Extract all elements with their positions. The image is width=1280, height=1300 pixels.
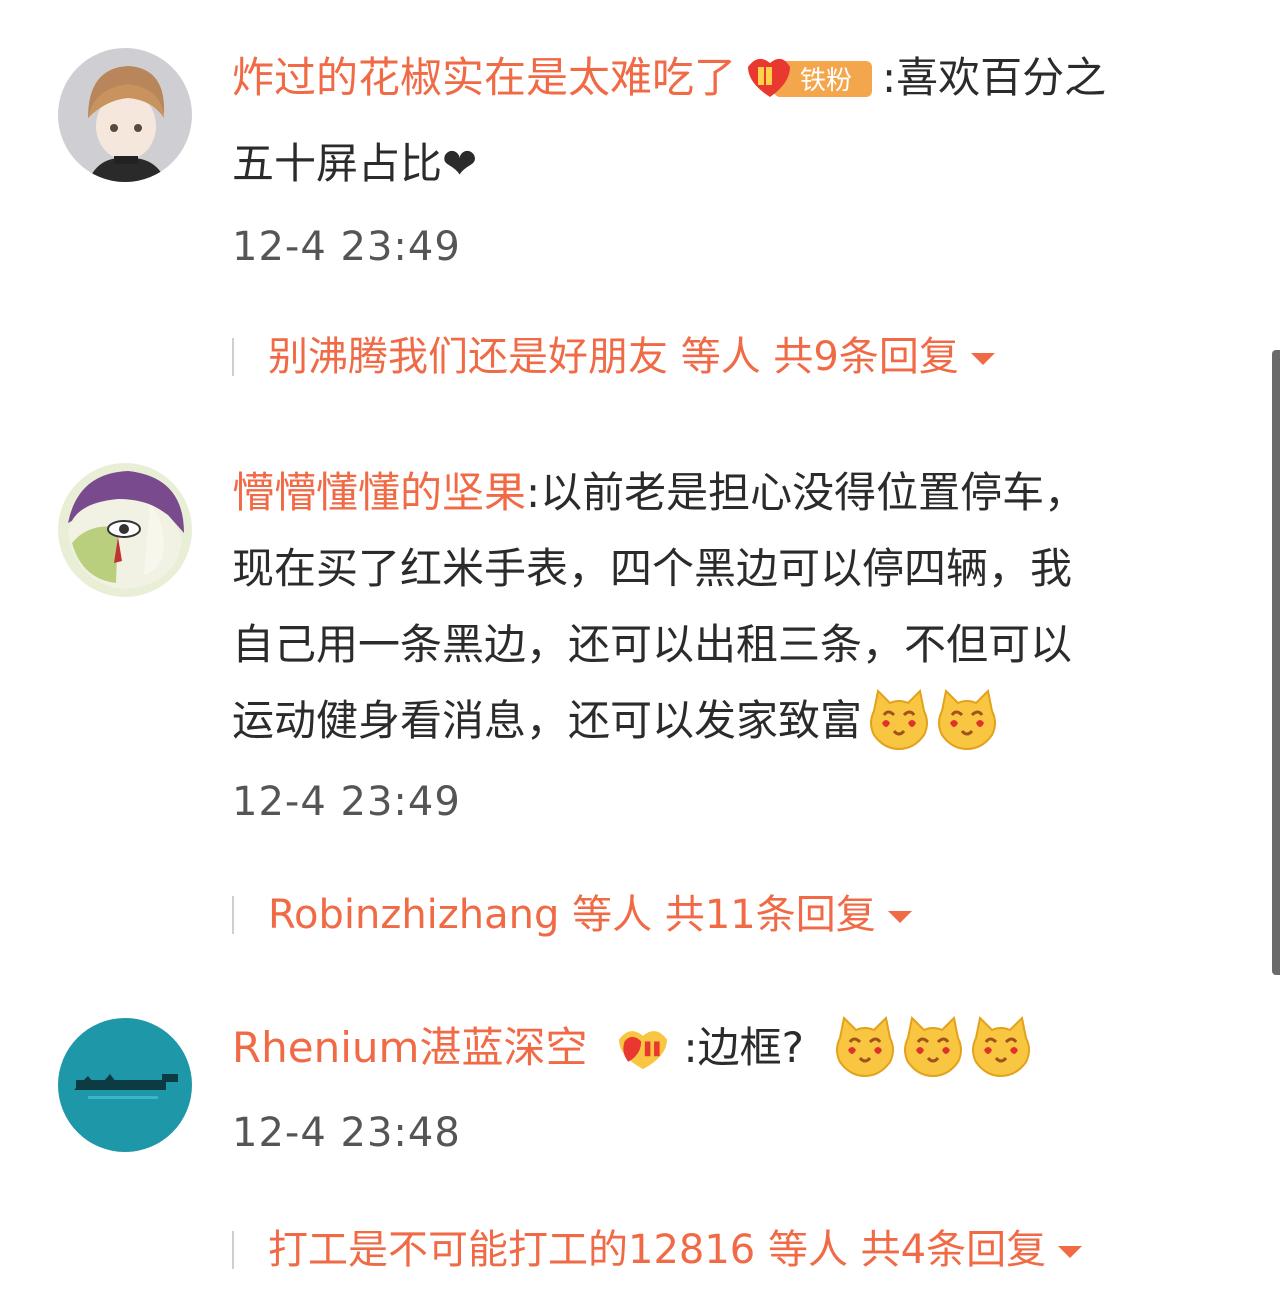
reply-summary-link[interactable]: 别沸腾我们还是好朋友 等人 共9条回复 (232, 332, 995, 382)
comment-timestamp: 12-4 23:49 (232, 779, 461, 825)
comment-body: :边框? (683, 1023, 804, 1072)
username[interactable]: 炸过的花椒实在是太难吃了 (232, 53, 736, 102)
greedy-cat-face-emoji (870, 688, 929, 750)
caret-down-icon (887, 911, 912, 923)
comment-body: :喜欢百分之 (882, 53, 1107, 102)
comment-timestamp: 12-4 23:48 (232, 1110, 461, 1156)
comment-content: 懵懵懂懂的坚果:以前老是担心没得位置停车， 现在买了红米手表，四个黑边可以停四辆… (232, 455, 1222, 825)
fan-badge-icon[interactable]: 铁粉 (744, 53, 874, 101)
comment-content: 炸过的花椒实在是太难吃了 铁粉 :喜欢百分之 五十屏占比❤ 12-4 23:49 (232, 40, 1222, 270)
fan-badge-icon[interactable] (611, 1023, 675, 1071)
greedy-cat-face-emoji (903, 1015, 962, 1077)
comment-text: 懵懵懂懂的坚果:以前老是担心没得位置停车， (232, 455, 1222, 531)
username[interactable]: Rhenium湛蓝深空 (232, 1023, 587, 1072)
caret-down-icon (970, 353, 995, 365)
reply-summary-text: 别沸腾我们还是好朋友 等人 共9条回复 (268, 334, 959, 380)
badge-label: 铁粉 (800, 66, 852, 96)
comment-content: Rhenium湛蓝深空 :边框? 12-4 23:48 (232, 1010, 1222, 1156)
reply-summary-link[interactable]: 打工是不可能打工的12816 等人 共4条回复 (232, 1225, 1083, 1275)
avatar[interactable] (58, 48, 192, 182)
comment-body-line: 五十屏占比❤ (232, 139, 478, 188)
reply-summary-link[interactable]: Robinzhizhang 等人 共11条回复 (232, 890, 912, 940)
comment-body-line: 现在买了红米手表，四个黑边可以停四辆，我 (232, 544, 1073, 593)
reply-summary-text: Robinzhizhang 等人 共11条回复 (268, 892, 876, 938)
comment-text: 炸过的花椒实在是太难吃了 铁粉 :喜欢百分之 (232, 40, 1222, 116)
avatar[interactable] (58, 463, 192, 597)
comment-body-text: 运动健身看消息，还可以发家致富 (232, 696, 863, 745)
greedy-cat-face-emoji (835, 1015, 894, 1077)
comment-body-line: 自己用一条黑边，还可以出租三条，不但可以 (232, 620, 1073, 669)
greedy-cat-face-emoji (971, 1015, 1030, 1077)
comment-timestamp: 12-4 23:49 (232, 224, 461, 270)
comment-body: :以前老是担心没得位置停车， (526, 468, 1087, 517)
avatar[interactable] (58, 1018, 192, 1152)
scrollbar[interactable] (1272, 350, 1280, 975)
username[interactable]: 懵懵懂懂的坚果 (232, 468, 526, 517)
reply-summary-text: 打工是不可能打工的12816 等人 共4条回复 (268, 1227, 1047, 1273)
comment-text: Rhenium湛蓝深空 :边框? (232, 1010, 1222, 1086)
caret-down-icon (1058, 1246, 1083, 1258)
greedy-cat-face-emoji (938, 688, 997, 750)
comment-body-line: 运动健身看消息，还可以发家致富 (232, 683, 1222, 759)
